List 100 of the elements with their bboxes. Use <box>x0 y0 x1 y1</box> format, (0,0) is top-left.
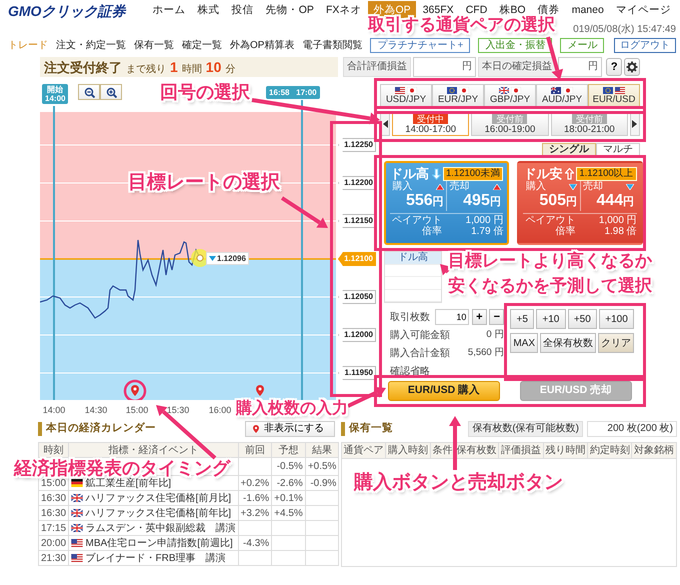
highlight-ring <box>124 380 146 400</box>
down-arrow-icon <box>432 168 440 180</box>
subnav-item[interactable]: 注文・約定一覧 <box>56 38 126 52</box>
rate-option[interactable]: 1.12250 <box>338 138 376 152</box>
subnav-item[interactable]: 保有一覧 <box>134 38 174 52</box>
help-button[interactable]: ? <box>606 58 622 76</box>
session-tab[interactable]: 受付前 18:00-21:00 <box>550 112 628 136</box>
nav-item[interactable]: 投信 <box>226 1 259 21</box>
status-title: 注文受付終了 <box>44 59 122 77</box>
buy-button[interactable]: EUR/USD 購入 <box>388 381 500 401</box>
currency-tab[interactable]: USD/JPY <box>380 84 432 108</box>
nav-item[interactable]: FXネオ <box>320 1 366 21</box>
status-badge: 受付中 <box>413 114 448 124</box>
zoom-in-icon <box>106 86 116 98</box>
preset-button[interactable]: +100 <box>599 309 634 329</box>
event-name: ブレイナード・FRB理事 講演 <box>86 552 226 564</box>
header-button[interactable]: 入出金・振替 <box>478 38 552 52</box>
zoom-in-button[interactable] <box>100 84 122 100</box>
nav-item[interactable]: maneo <box>566 1 609 21</box>
column-header: 予想 <box>272 442 306 458</box>
nav-item[interactable]: ホーム <box>147 1 190 21</box>
subnav-item[interactable]: 外為OP精算表 <box>230 38 294 52</box>
column-header: 通貨ペア <box>342 442 386 458</box>
rate-option[interactable]: 1.12150 <box>338 214 376 228</box>
nav-item[interactable]: マイページ <box>610 1 676 21</box>
hours-unit: 時間 <box>182 62 202 77</box>
event-pin-icon[interactable] <box>131 385 139 396</box>
annotation-text: 目標レートより高くなるか 安くなるかを予測して選択 <box>448 250 652 297</box>
column-header: 指標・経済イベント <box>68 442 238 458</box>
annotation-text: 回号の選択 <box>160 82 250 104</box>
pointer-arrow <box>280 196 328 228</box>
quantity-field[interactable]: 10 <box>435 309 470 325</box>
payout-value: 1,000 円 <box>598 215 637 226</box>
logout-button[interactable]: ログアウト <box>614 38 676 52</box>
decrement-button[interactable]: − <box>489 309 504 325</box>
currency-tab[interactable]: EUR/JPY <box>432 84 484 108</box>
total-label: 本日の確定損益 <box>478 57 556 77</box>
logo[interactable]: GMOクリック証券 <box>8 0 126 22</box>
increment-button[interactable]: + <box>472 309 487 325</box>
zoom-out-button[interactable] <box>78 84 100 100</box>
action-button[interactable]: MAX <box>510 333 538 353</box>
option-card[interactable]: ドル安 1.12100以上 購入 505円 売却 444円 ペイアウト 1,000 円 倍率 1.98 倍 <box>517 161 643 245</box>
previous-cell: -4.3% <box>238 536 272 550</box>
status-badge: 受付前 <box>492 114 528 124</box>
previous-cell: +0.2% <box>238 476 272 490</box>
annotation-text: 購入枚数の入力 <box>236 399 348 418</box>
buy-label: 購入 <box>526 181 546 192</box>
rate-option[interactable]: 1.12050 <box>338 290 376 304</box>
rate-option[interactable]: 1.12000 <box>338 328 376 342</box>
action-button[interactable]: クリア <box>598 333 634 353</box>
annotation-text: 購入ボタンと売却ボタン <box>354 472 563 495</box>
forecast-cell: -2.6% <box>272 476 306 490</box>
currency-tab[interactable]: EUR/USD <box>588 84 640 108</box>
next-button[interactable] <box>630 112 640 136</box>
settings-button[interactable] <box>624 58 640 76</box>
event-pin-icon[interactable] <box>256 385 264 396</box>
axis-label: 16:00 <box>208 404 232 417</box>
sell-price: 495円 <box>462 192 501 211</box>
column-header: 対象銘柄 <box>632 442 676 458</box>
currency-tab[interactable]: AUD/JPY <box>536 84 588 108</box>
zoom-out-icon <box>84 86 94 98</box>
action-button[interactable]: 全保有枚数 <box>540 333 596 353</box>
rate-option[interactable]: 1.12200 <box>338 176 376 190</box>
flag-icon <box>71 539 84 547</box>
hide-button[interactable]: 非表示にする <box>245 421 335 437</box>
nav-item[interactable]: 株式 <box>192 1 225 21</box>
subnav-item[interactable]: 確定一覧 <box>182 38 222 52</box>
column-header: 条件 <box>430 442 454 458</box>
header-button[interactable]: プラチナチャート+ <box>370 38 470 52</box>
flag-icon <box>563 87 574 94</box>
pointer-arrow <box>440 264 452 276</box>
preset-button[interactable]: +5 <box>510 309 534 329</box>
currency-tab[interactable]: GBP/JPY <box>484 84 536 108</box>
subnav-item[interactable]: 電子書類閲覧 <box>302 38 362 52</box>
hours-value: 1 <box>170 58 178 77</box>
nav-item[interactable]: 先物・OP <box>260 1 319 21</box>
amount-field[interactable]: 円 <box>413 57 476 77</box>
up-triangle-icon <box>492 184 501 190</box>
preset-button[interactable]: +50 <box>568 309 598 329</box>
header-button[interactable]: メール <box>560 38 604 52</box>
payout-value: 1,000 円 <box>466 215 504 226</box>
sell-price: 444円 <box>595 192 634 211</box>
preset-button[interactable]: +10 <box>536 309 566 329</box>
flag-icon <box>602 87 613 94</box>
session-tab[interactable]: 受付前 16:00-19:00 <box>471 112 549 136</box>
buy-price: 505円 <box>538 192 578 211</box>
session-time: 16:00-19:00 <box>484 124 536 134</box>
session-tab[interactable]: 受付中 14:00-17:00 <box>392 112 470 136</box>
option-card[interactable]: ドル高 1.12100未満 購入 556円 売却 495円 ペイアウト 1,000 円 倍率 1.79 倍 <box>384 161 510 245</box>
session-time: 14:00-17:00 <box>405 124 456 134</box>
up-triangle-icon <box>436 184 444 190</box>
sell-label: 売却 <box>450 181 470 192</box>
flag-icon <box>71 524 84 532</box>
rate-option[interactable]: 1.11950 <box>338 366 376 380</box>
time-cell: 16:30 <box>38 490 69 506</box>
flag-icon <box>446 87 457 94</box>
down-triangle-icon <box>626 184 634 190</box>
total-amount-value: 5,560 円 <box>468 346 504 360</box>
flag-icon <box>71 554 84 562</box>
buy-label: 購入 <box>392 181 412 192</box>
